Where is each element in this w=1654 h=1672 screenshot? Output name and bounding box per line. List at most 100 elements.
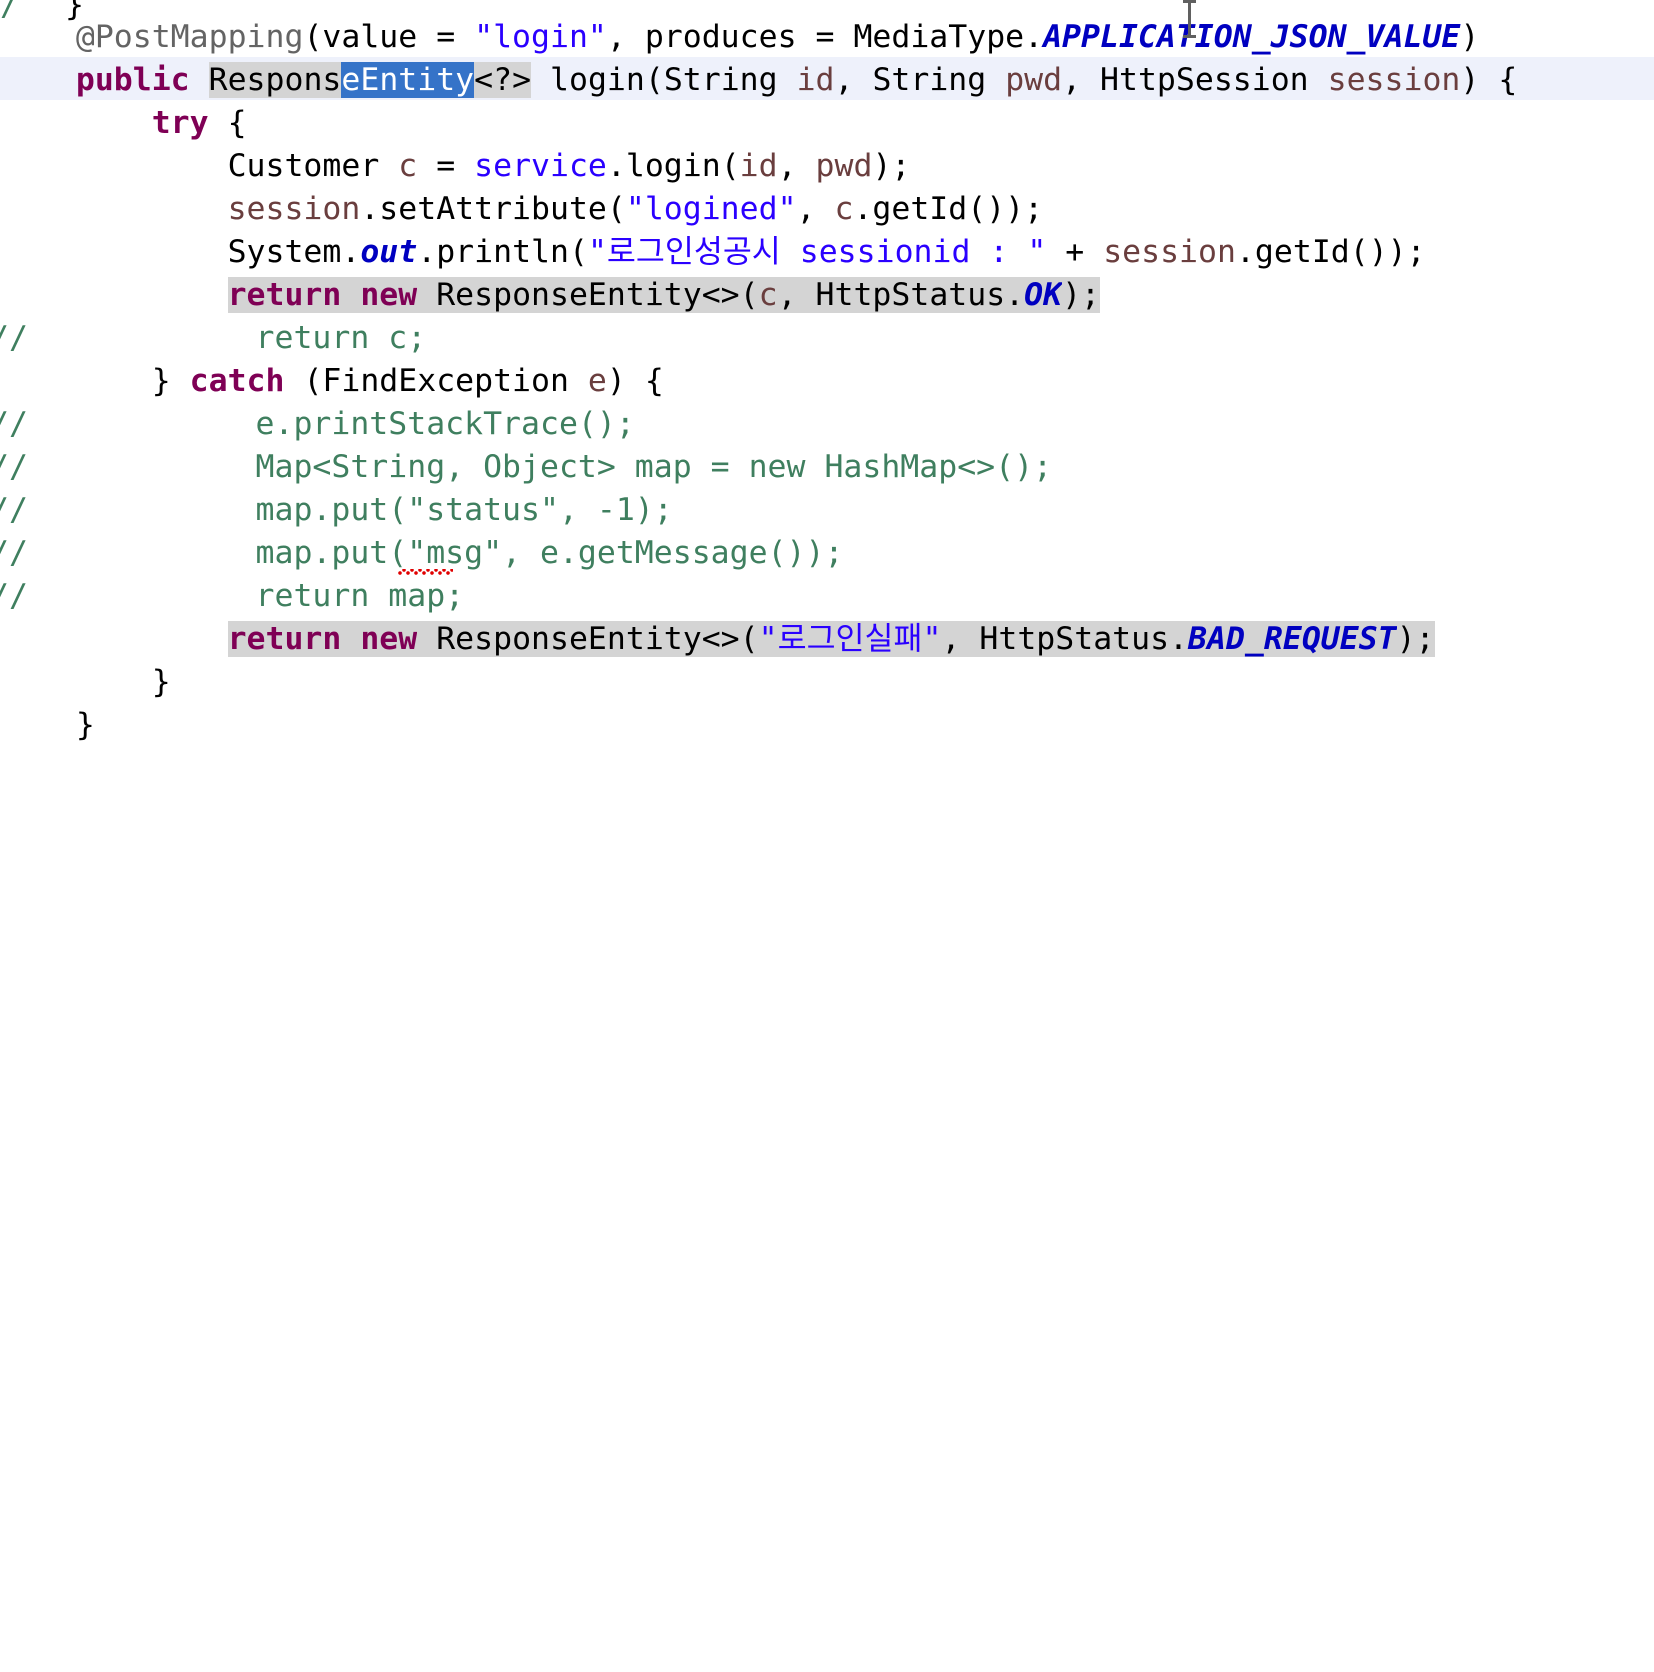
line6-system: System. [227, 234, 361, 270]
line12-comment-prefix: // [0, 492, 28, 528]
code-line-16-close-catch[interactable]: } [0, 661, 171, 704]
string-login-fail-msg: "로그인실패" [758, 621, 942, 657]
param-session: session [1327, 62, 1461, 98]
line9-indent [0, 363, 152, 399]
field-service: service [474, 148, 607, 184]
var-session: session [227, 191, 361, 227]
line1-attr-value: value = [322, 19, 475, 55]
type-generic-wildcard: <?> [474, 62, 532, 98]
line1-comma: , [606, 19, 645, 55]
code-line-12-comment-put-status[interactable]: // map.put("status", -1); [0, 489, 673, 532]
code-line-6-println[interactable]: System.out.println("로그인성공시 sessionid : "… [0, 231, 1426, 274]
line5-end: .getId()); [853, 191, 1044, 227]
param-e: e [587, 363, 607, 399]
line6-call-println: .println( [417, 234, 588, 270]
line2-tail: ) { [1460, 62, 1518, 98]
keyword-catch: catch [189, 363, 285, 399]
field-out: out [360, 234, 418, 270]
line15-end: ); [1396, 621, 1435, 657]
line2-sep-1: , String [834, 62, 1006, 98]
code-line-17-close-method[interactable]: } [0, 704, 95, 747]
line7-indent [0, 277, 228, 313]
var-c: c [834, 191, 854, 227]
line5-call-setattribute: .setAttribute( [360, 191, 626, 227]
line1-attr-produces: produces = MediaType. [644, 19, 1044, 55]
line2-method-login: login(String [531, 62, 797, 98]
line1-indent [0, 19, 76, 55]
line9-brace: } [151, 363, 190, 399]
line17-brace: } [75, 707, 95, 743]
type-responseentity-bad: ResponseEntity<>( [417, 621, 759, 657]
code-line-2-method-signature[interactable]: public ResponseEntity<?> login(String id… [0, 59, 1517, 102]
line14-comment-prefix: // [0, 578, 28, 614]
line13-indent [28, 535, 256, 571]
string-login-path: "login" [474, 19, 607, 55]
local-var-c: c [398, 148, 418, 184]
line15-comma: , [941, 621, 980, 657]
line12-comment-text: map.put("status", -1); [255, 492, 673, 528]
code-line-11-comment-map-decl[interactable]: // Map<String, Object> map = new HashMap… [0, 446, 1052, 489]
keyword-return-ok: return [227, 277, 342, 313]
code-line-14-comment-return-map[interactable]: // return map; [0, 575, 464, 618]
keyword-new-ok: new [360, 277, 418, 313]
keyword-public: public [75, 62, 190, 98]
type-responseentity-ok: ResponseEntity<>( [417, 277, 759, 313]
line10-comment-prefix: // [0, 406, 28, 442]
code-line-4-service-login[interactable]: Customer c = service.login(id, pwd); [0, 145, 911, 188]
keyword-return-bad: return [227, 621, 342, 657]
line12-indent [28, 492, 256, 528]
line8-indent [28, 320, 256, 356]
code-line-8-comment-return-c[interactable]: // return c; [0, 317, 426, 360]
line11-indent [28, 449, 256, 485]
keyword-new-bad: new [360, 621, 418, 657]
line14-indent [28, 578, 256, 614]
line1-paren-open: ( [303, 19, 323, 55]
line16-brace: } [151, 664, 171, 700]
line7-httpstatus: HttpStatus. [815, 277, 1025, 313]
line7-comma: , [777, 277, 816, 313]
line15-sp [341, 621, 361, 657]
selected-text-eentity[interactable]: eEntity [341, 62, 475, 98]
arg-id: id [739, 148, 778, 184]
line7-sp [341, 277, 361, 313]
code-line-5-set-attribute[interactable]: session.setAttribute("logined", c.getId(… [0, 188, 1044, 231]
line11-comment-text: Map<String, Object> map = new HashMap<>(… [255, 449, 1053, 485]
line17-indent [0, 707, 76, 743]
code-line-7-return-ok[interactable]: return new ResponseEntity<>(c, HttpStatu… [0, 274, 1101, 317]
line13-comment-prefix: // [0, 535, 28, 571]
code-line-9-catch[interactable]: } catch (FindException e) { [0, 360, 664, 403]
line14-comment-text: return map; [255, 578, 465, 614]
line2-space [190, 62, 209, 98]
line10-comment-text: e.printStackTrace(); [255, 406, 635, 442]
line10-indent [28, 406, 256, 442]
line8-comment-text: return c; [255, 320, 427, 356]
code-line-3-try[interactable]: try { [0, 102, 247, 145]
line1-paren-close: ) [1460, 19, 1480, 55]
line16-indent [0, 664, 152, 700]
keyword-try: try [151, 105, 209, 141]
ibeam-stem [1188, 2, 1191, 36]
string-logined: "logined" [625, 191, 797, 227]
line13-comment-text: map.put("msg", e.getMessage()); [255, 535, 844, 571]
line3-indent [0, 105, 152, 141]
code-line-15-return-bad-request[interactable]: return new ResponseEntity<>("로그인실패", Htt… [0, 618, 1435, 661]
line4-end: ); [872, 148, 911, 184]
const-http-ok: OK [1024, 277, 1063, 313]
const-http-bad-request: BAD_REQUEST [1188, 621, 1397, 657]
code-editor[interactable]: /} @PostMapping(value = "login", produce… [0, 0, 1654, 836]
line4-call-login: .login( [606, 148, 740, 184]
line9-tail: ) { [606, 363, 664, 399]
type-findexception: (FindException [284, 363, 588, 399]
var-session-2: session [1103, 234, 1236, 270]
line7-end: ); [1062, 277, 1101, 313]
line4-indent [0, 148, 228, 184]
line2-indent [0, 62, 76, 98]
line6-indent [0, 234, 228, 270]
type-customer: Customer [227, 148, 399, 184]
ibeam-bottom-serif [1183, 35, 1196, 38]
code-line-10-comment-printstacktrace[interactable]: // e.printStackTrace(); [0, 403, 635, 446]
text-ibeam-cursor-icon [1183, 0, 1196, 38]
arg-pwd: pwd [815, 148, 873, 184]
line5-indent [0, 191, 228, 227]
line4-comma: , [777, 148, 816, 184]
